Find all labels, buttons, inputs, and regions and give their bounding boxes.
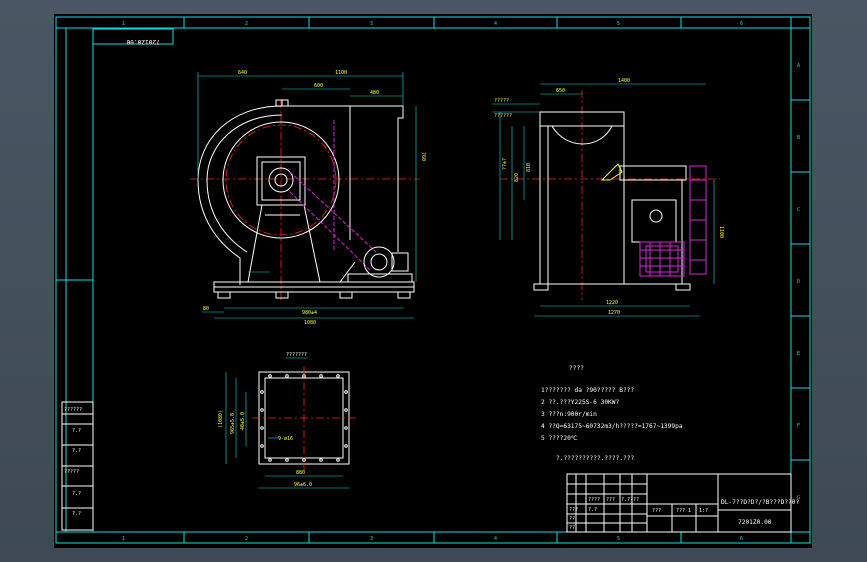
front-dim-top-4: 480: [370, 90, 379, 96]
front-dim-top-3: 600: [314, 83, 323, 89]
front-dim-bottom-inner: 980±4: [302, 310, 317, 316]
front-dim-top-2: 1100: [335, 70, 347, 76]
flange-dim-bottom-1: 880: [296, 470, 305, 476]
front-dim-bottom-outer: 1080: [304, 320, 316, 326]
mirrored-drawing-number: 7201Z0.00: [126, 38, 160, 45]
side-dim-bottom-1: 1220: [606, 300, 618, 306]
notes-line-5: 5 ????20℃: [541, 435, 578, 442]
drawing-canvas: .f { stroke:#00e0e0; stroke-width:1; fil…: [55, 16, 811, 544]
title-cell-10: ??? 1: [676, 508, 691, 514]
front-dim-left-foot: 80: [203, 306, 209, 312]
side-dim-bottom-2: 1270: [608, 310, 620, 316]
title-cell-4: ??: [633, 497, 639, 503]
side-dim-upper: 650: [556, 88, 565, 94]
zone-bottom-1: 1: [122, 536, 125, 542]
zone-right-e: E: [797, 351, 800, 357]
zone-top-1: 1: [122, 21, 125, 27]
zone-right-b: B: [797, 135, 800, 141]
title-cell-5: ???: [569, 507, 578, 513]
zone-top-2: 2: [245, 21, 248, 27]
zone-right-d: D: [797, 279, 800, 285]
left-block-row-2: ?.?: [72, 428, 81, 434]
side-dim-side-3: 810: [526, 163, 532, 172]
title-cell-6: ??: [569, 516, 575, 522]
front-view: 640 1100 600 480 760 980±4 1080 80: [190, 70, 426, 326]
zone-top-5: 5: [617, 21, 620, 27]
zone-top-6: 6: [740, 21, 743, 27]
flange-dim-inner: 9-ø16: [278, 436, 293, 442]
title-cell-8: ?.?: [588, 507, 597, 513]
zone-markers-right: A B C D E F G: [791, 63, 810, 501]
left-block-row-6: ?.?: [72, 511, 81, 517]
notes-footer: ?.??????????.????.???: [556, 455, 635, 462]
zone-bottom-6: 6: [740, 536, 743, 542]
sheet-border: [55, 16, 811, 544]
left-block-row-5: ?.?: [72, 491, 81, 497]
zone-bottom-2: 2: [245, 536, 248, 542]
title-cell-11: 1:?: [699, 508, 708, 514]
side-view: 1400 650 ????? ?????? ??±? 820 810 1100 …: [492, 78, 724, 317]
technical-notes: ???? 1??????? da ?90????? B??? 2 ??.???Y…: [541, 365, 683, 462]
side-dim-side-2: 820: [514, 173, 520, 182]
drawing-number: 7201Z0.00: [738, 519, 772, 526]
side-dim-right: 1100: [718, 226, 724, 238]
zone-right-c: C: [797, 207, 800, 213]
title-block: ???? ??? ?.?? ?? ??? ?? ?? ?.? ??? ??? 1…: [566, 473, 800, 533]
zone-bottom-4: 4: [494, 536, 497, 542]
title-cell-7: ??: [569, 525, 575, 531]
zone-top-4: 4: [494, 21, 497, 27]
notes-title: ????: [569, 365, 584, 372]
title-cell-9: ???: [652, 508, 661, 514]
flange-label: ???????: [286, 352, 307, 358]
notes-line-2: 2 ??.???Y225S-6 30KW?: [541, 399, 620, 406]
front-dim-right: 760: [420, 152, 426, 161]
zone-markers-top: 1 2 3 4 5 6: [122, 17, 743, 28]
side-dim-top: 1400: [618, 78, 630, 84]
zone-bottom-5: 5: [617, 536, 620, 542]
title-cell-1: ????: [588, 497, 600, 503]
left-revision-block: ?????? ?.? ?.? ????? ?.? ?.?: [61, 401, 94, 531]
notes-line-3: 3 ???n:900r/min: [541, 411, 597, 418]
drawing-title: DL-7??D?D?/?B???D??0?: [721, 499, 800, 506]
left-block-row-3: ?.?: [72, 448, 81, 454]
flange-dim-left-1: (1080): [218, 410, 224, 428]
side-dim-left-1: ?????: [494, 98, 509, 104]
zone-right-f: F: [797, 423, 800, 429]
notes-line-4: 4 ??Q=63175~60732m3/h?????=1767~1399pa: [541, 423, 683, 430]
side-motor-hidden: [639, 165, 707, 277]
zone-markers-bottom: 1 2 3 4 5 6: [122, 532, 743, 543]
notes-line-1: 1??????? da ?90????? B???: [541, 387, 634, 394]
title-cell-3: ?.??: [621, 497, 633, 503]
title-cell-2: ???: [606, 497, 615, 503]
left-block-row-4: ?????: [64, 469, 79, 475]
front-dim-top-1: 640: [238, 70, 247, 76]
zone-bottom-3: 3: [370, 536, 373, 542]
mirrored-number-box: 7201Z0.00: [92, 28, 174, 45]
flange-dim-left-2: 965±5.0: [230, 413, 236, 434]
zone-right-a: A: [797, 63, 800, 69]
side-dim-left-2: ??????: [494, 113, 512, 119]
side-dim-side-1: ??±?: [502, 158, 508, 170]
left-block-row-1: ??????: [64, 407, 82, 413]
flange-dim-bottom-2: 96±6.0: [294, 482, 312, 488]
zone-top-3: 3: [370, 21, 373, 27]
drawing-sheet[interactable]: .f { stroke:#00e0e0; stroke-width:1; fil…: [54, 14, 812, 548]
flange-dim-left-3: 40±5.0: [240, 412, 246, 430]
flange-view: ??????? (1080) 965±5.0 40±5.0 9-ø16 880 …: [218, 352, 356, 489]
